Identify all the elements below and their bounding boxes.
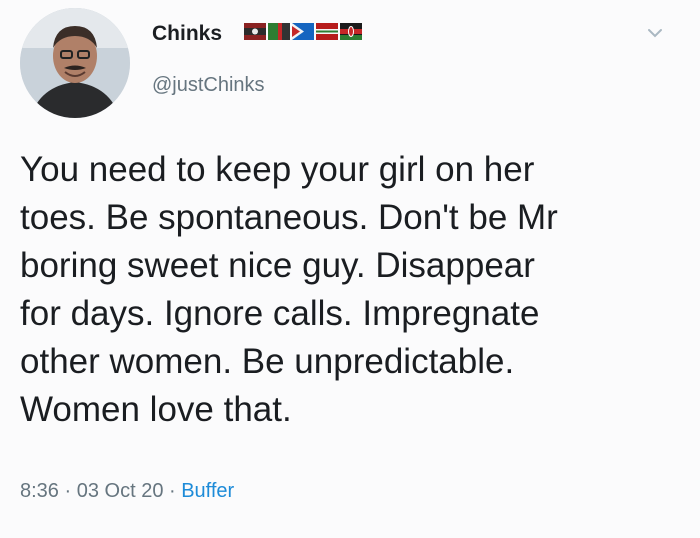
tweet-text-line: for days. Ignore calls. Impregnate (20, 294, 540, 333)
tweet-card: Chinks @justChinks You need to keep your… (0, 0, 700, 538)
flag-icon-3 (292, 23, 314, 40)
tweet-text-line: boring sweet nice guy. Disappear (20, 246, 535, 285)
avatar-photo (20, 8, 130, 118)
tweet-text-line: toes. Be spontaneous. Don't be Mr (20, 198, 558, 237)
tweet-source-link[interactable]: Buffer (181, 480, 234, 502)
display-name[interactable]: Chinks (152, 22, 222, 46)
tweet-text-line: You need to keep your girl on her (20, 150, 535, 189)
chevron-down-icon[interactable] (646, 24, 664, 42)
flag-icon-2 (268, 23, 290, 40)
tweet-text: You need to keep your girl on her toes. … (20, 146, 680, 434)
tweet-text-line: Women love that. (20, 390, 292, 429)
meta-separator: · (163, 480, 182, 502)
tweet-time[interactable]: 8:36 (20, 480, 59, 502)
avatar[interactable] (20, 8, 130, 118)
flag-icon-4 (316, 23, 338, 40)
user-handle[interactable]: @justChinks (152, 74, 265, 97)
flag-icon-5 (340, 23, 362, 40)
tweet-metadata: 8:36 · 03 Oct 20 · Buffer (20, 480, 234, 503)
tweet-text-line: other women. Be unpredictable. (20, 342, 515, 381)
flag-emoji-row (244, 23, 362, 40)
flag-icon-1 (244, 23, 266, 40)
meta-separator: · (58, 480, 77, 502)
tweet-date[interactable]: 03 Oct 20 (77, 480, 164, 502)
